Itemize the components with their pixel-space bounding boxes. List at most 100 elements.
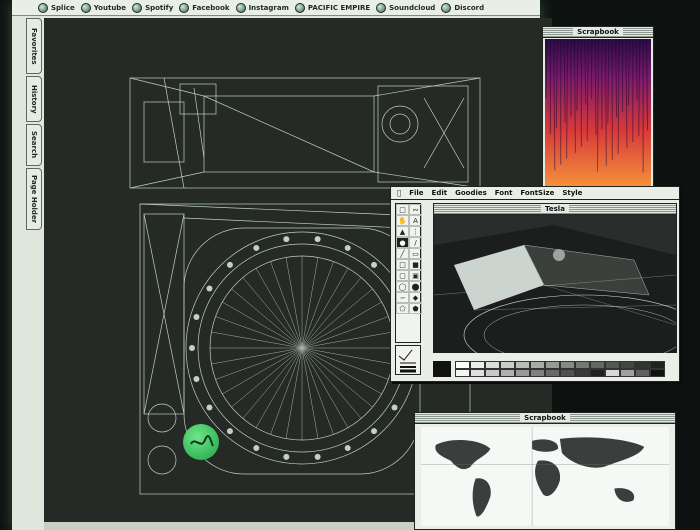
pattern-swatch[interactable]: [545, 369, 560, 377]
tab-history[interactable]: History: [26, 76, 42, 122]
tab-favorites[interactable]: Favorites: [26, 18, 42, 74]
bookmark-facebook[interactable]: Facebook: [179, 2, 230, 13]
pattern-swatch[interactable]: [620, 361, 635, 369]
bookmark-label: Instagram: [248, 3, 289, 12]
tab-label: Page Holder: [30, 174, 38, 224]
canvas-window[interactable]: Tesla: [433, 203, 700, 376]
current-pattern[interactable]: [433, 361, 451, 377]
pattern-swatch[interactable]: [650, 369, 665, 377]
window-title: Scrapbook: [573, 28, 623, 36]
filled-oval-tool-icon[interactable]: ⬤: [409, 281, 422, 292]
pencil-tool-icon[interactable]: /: [409, 237, 422, 248]
brush-tool-icon[interactable]: ●: [396, 237, 409, 248]
pattern-swatch[interactable]: [470, 361, 485, 369]
bookmark-pacific-empire[interactable]: PACIFIC EMPIRE: [294, 2, 371, 13]
pattern-swatch[interactable]: [605, 369, 620, 377]
menu-fontsize[interactable]: FontSize: [520, 189, 554, 197]
window-title: Scrapbook: [520, 414, 570, 422]
menu-goodies[interactable]: Goodies: [455, 189, 487, 197]
pattern-swatch[interactable]: [530, 361, 545, 369]
pattern-swatch[interactable]: [635, 369, 650, 377]
menu-edit[interactable]: Edit: [432, 189, 448, 197]
globe-icon: [179, 2, 190, 13]
bookmark-label: Soundcloud: [389, 3, 436, 12]
pattern-swatch[interactable]: [590, 361, 605, 369]
pattern-swatch[interactable]: [575, 361, 590, 369]
line-tool-icon[interactable]: ╱: [396, 248, 409, 259]
filled-round-rect-tool-icon[interactable]: ▣: [409, 270, 422, 281]
globe-icon: [80, 2, 91, 13]
bookmark-spotify[interactable]: Spotify: [132, 2, 173, 13]
globe-icon: [441, 2, 452, 13]
scrapbook-titlebar[interactable]: Scrapbook: [415, 413, 675, 424]
line-widths-icon: [398, 349, 416, 373]
globe-icon: [38, 2, 48, 13]
bookmark-label: PACIFIC EMPIRE: [307, 3, 371, 12]
filled-freeform-tool-icon[interactable]: ◆: [409, 292, 422, 303]
tab-search[interactable]: Search: [26, 124, 42, 166]
green-sticker: [183, 424, 219, 460]
tab-label: History: [30, 84, 38, 114]
select-tool-icon[interactable]: □: [396, 204, 409, 215]
pattern-palette: [433, 359, 677, 379]
pattern-swatch[interactable]: [575, 369, 590, 377]
bucket-tool-icon[interactable]: ▲: [396, 226, 409, 237]
pattern-swatch[interactable]: [545, 361, 560, 369]
scrapbook-window-bottom[interactable]: Scrapbook: [414, 412, 676, 530]
spray-tool-icon[interactable]: ⋮: [409, 226, 422, 237]
lasso-tool-icon[interactable]: ∾: [409, 204, 422, 215]
canvas-titlebar[interactable]: Tesla: [434, 204, 676, 215]
signature-mark: [190, 435, 214, 447]
pattern-swatch[interactable]: [455, 361, 470, 369]
rect-tool-icon[interactable]: □: [396, 259, 409, 270]
apple-icon[interactable]: : [397, 189, 401, 197]
pattern-swatch[interactable]: [590, 369, 605, 377]
menu-font[interactable]: Font: [495, 189, 513, 197]
bookmark-label: Facebook: [192, 3, 230, 12]
globe-icon: [132, 2, 143, 13]
tab-page-holder[interactable]: Page Holder: [26, 168, 42, 230]
eraser-tool-icon[interactable]: ▭: [409, 248, 422, 259]
spectrogram-image: [545, 39, 651, 193]
pattern-swatch[interactable]: [515, 369, 530, 377]
oval-tool-icon[interactable]: ◯: [396, 281, 409, 292]
tool-palette: □ ∾ ✋ A ▲ ⋮ ● / ╱ ▭ □ ■ ▢ ▣ ◯ ⬤ ∽ ◆ ⬠ ⬟: [395, 203, 422, 343]
text-tool-icon[interactable]: A: [409, 215, 422, 226]
bookmark-label: Splice: [51, 3, 75, 12]
line-width-palette[interactable]: [395, 345, 421, 375]
pattern-swatch[interactable]: [500, 369, 515, 377]
tab-label: Favorites: [30, 27, 38, 65]
pattern-swatch[interactable]: [650, 361, 665, 369]
menu-style[interactable]: Style: [562, 189, 582, 197]
pattern-swatch[interactable]: [635, 361, 650, 369]
pattern-swatch[interactable]: [530, 369, 545, 377]
scrapbook-window-top[interactable]: Scrapbook: [542, 26, 654, 196]
freeform-tool-icon[interactable]: ∽: [396, 292, 409, 303]
pattern-swatch[interactable]: [620, 369, 635, 377]
filled-polygon-tool-icon[interactable]: ⬟: [409, 303, 422, 314]
menu-file[interactable]: File: [409, 189, 423, 197]
bookmark-instagram[interactable]: Instagram: [235, 2, 289, 13]
pattern-swatch[interactable]: [485, 369, 500, 377]
polygon-tool-icon[interactable]: ⬠: [396, 303, 409, 314]
scrapbook-titlebar[interactable]: Scrapbook: [543, 27, 653, 38]
pattern-swatch[interactable]: [485, 361, 500, 369]
bookmarks-bar: Splice Youtube Spotify Facebook Instagra…: [12, 0, 540, 16]
pattern-swatch[interactable]: [515, 361, 530, 369]
pattern-swatch[interactable]: [605, 361, 620, 369]
bookmark-splice[interactable]: Splice: [38, 2, 75, 13]
pattern-swatch[interactable]: [560, 361, 575, 369]
pattern-swatch[interactable]: [455, 369, 470, 377]
pattern-swatch[interactable]: [560, 369, 575, 377]
bookmark-youtube[interactable]: Youtube: [80, 2, 127, 13]
paint-window[interactable]:  File Edit Goodies Font FontSize Style …: [390, 186, 700, 382]
bookmark-discord[interactable]: Discord: [441, 2, 485, 13]
bookmark-soundcloud[interactable]: Soundcloud: [376, 2, 436, 13]
round-rect-tool-icon[interactable]: ▢: [396, 270, 409, 281]
hand-tool-icon[interactable]: ✋: [396, 215, 409, 226]
bookmark-label: Discord: [454, 3, 485, 12]
bookmark-label: Youtube: [93, 3, 127, 12]
pattern-swatch[interactable]: [500, 361, 515, 369]
filled-rect-tool-icon[interactable]: ■: [409, 259, 422, 270]
pattern-swatch[interactable]: [470, 369, 485, 377]
